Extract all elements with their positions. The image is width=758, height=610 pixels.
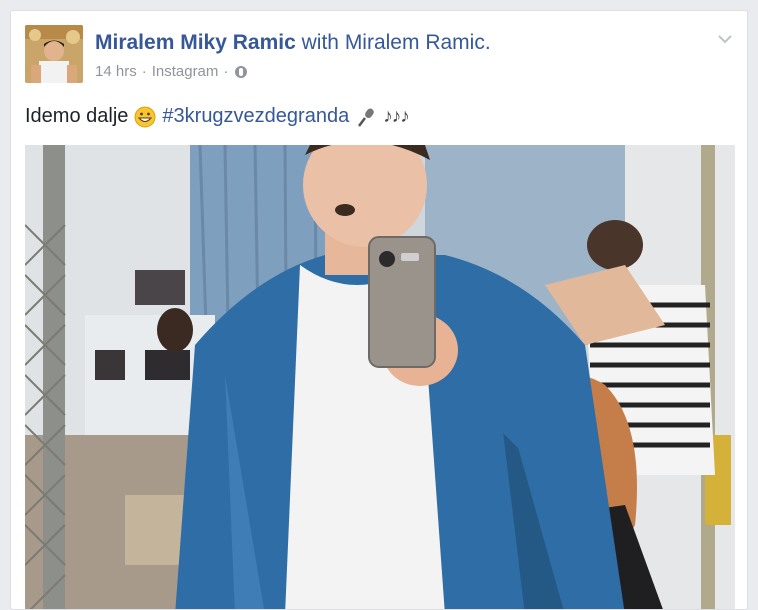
mirror-selfie-image [25,145,735,609]
post-source[interactable]: Instagram [152,63,219,80]
music-notes-icon: ♪♪♪ [383,105,409,127]
post-photo[interactable] [25,145,735,609]
status-text: Idemo dalje #3krugzvezdegranda ♪♪♪ [25,105,410,128]
hashtag-link[interactable]: #3krugzvezdegranda [162,105,349,128]
post-meta: 14 hrs · Instagram · [95,63,248,80]
meta-separator-2: · [223,63,229,80]
post-header: Miralem Miky Ramic with Miralem Ramic. [95,31,491,55]
post-timestamp[interactable]: 14 hrs [95,63,137,80]
author-avatar[interactable] [25,25,83,83]
avatar-photo [25,25,83,83]
microphone-icon [358,108,374,127]
tagged-user-link[interactable]: Miralem Ramic. [345,31,491,54]
grinning-face-icon [134,106,156,127]
chevron-down-icon[interactable] [717,31,733,47]
status-message: Idemo dalje [25,105,129,127]
meta-separator: · [141,63,147,80]
author-name-link[interactable]: Miralem Miky Ramic [95,31,296,54]
post-card: Miralem Miky Ramic with Miralem Ramic. 1… [10,10,748,610]
globe-icon[interactable] [235,65,248,78]
with-label: with [301,31,339,54]
